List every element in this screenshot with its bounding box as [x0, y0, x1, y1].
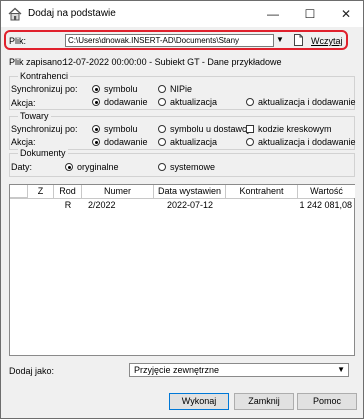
- towary-sync-supplier-radio[interactable]: [158, 125, 166, 133]
- towary-action-label: Akcja:: [11, 137, 36, 147]
- close-button[interactable]: ✕: [336, 5, 356, 23]
- saved-label: Plik zapisano:: [9, 57, 65, 67]
- kontrahenci-sync-nip-radio[interactable]: [158, 85, 166, 93]
- cell-kontrahent: [226, 199, 298, 211]
- add-as-label: Dodaj jako:: [9, 366, 55, 376]
- kontrahenci-legend: Kontrahenci: [18, 71, 71, 82]
- file-path-input[interactable]: C:\Users\dnowak.INSERT-AD\Documents\Stan…: [65, 34, 274, 47]
- file-label: Plik:: [9, 36, 27, 46]
- chevron-down-icon: ▼: [337, 365, 345, 374]
- window-title: Dodaj na podstawie: [28, 8, 116, 19]
- browse-file-icon[interactable]: [294, 34, 303, 46]
- table-header-numer[interactable]: Numer: [82, 185, 154, 198]
- title-bar: Dodaj na podstawie — ☐ ✕: [1, 1, 363, 27]
- maximize-button[interactable]: ☐: [300, 5, 320, 23]
- dokumenty-dates-system-radio[interactable]: [158, 163, 166, 171]
- table-header-rod[interactable]: Rod: [54, 185, 82, 198]
- towary-action-both-label[interactable]: aktualizacja i dodawanie: [258, 137, 356, 147]
- towary-sync-label: Synchronizuj po:: [11, 124, 78, 134]
- cell-wartosc: 1 242 081,08: [299, 200, 352, 210]
- towary-action-update-label[interactable]: aktualizacja: [170, 137, 217, 147]
- path-dropdown-icon[interactable]: ▼: [276, 35, 284, 44]
- kontrahenci-action-label: Akcja:: [11, 98, 36, 108]
- table-header-z[interactable]: Z: [28, 185, 54, 198]
- dialog-window: Dodaj na podstawie — ☐ ✕ Plik: C:\Users\…: [0, 0, 364, 419]
- kontrahenci-action-add-label[interactable]: dodawanie: [104, 97, 148, 107]
- add-as-select[interactable]: Przyjęcie zewnętrzne ▼: [129, 363, 349, 377]
- saved-value: 12-07-2022 00:00:00 - Subiekt GT - Dane …: [63, 57, 282, 67]
- kontrahenci-action-update-label[interactable]: aktualizacja: [170, 97, 217, 107]
- kontrahenci-action-update-radio[interactable]: [158, 98, 166, 106]
- towary-barcode-label[interactable]: kodzie kreskowym: [258, 124, 332, 134]
- towary-action-both-radio[interactable]: [246, 138, 254, 146]
- dokumenty-dates-label: Daty:: [11, 162, 33, 172]
- cell-rod: R: [64, 200, 72, 210]
- house-icon: [8, 7, 22, 21]
- table-header-data[interactable]: Data wystawien: [154, 185, 226, 198]
- dokumenty-dates-original-radio[interactable]: [65, 163, 73, 171]
- kontrahenci-sync-symbolu-radio[interactable]: [92, 85, 100, 93]
- execute-button[interactable]: Wykonaj: [169, 393, 229, 410]
- towary-sync-symbolu-label[interactable]: symbolu: [104, 124, 138, 134]
- file-path-value: C:\Users\dnowak.INSERT-AD\Documents\Stan…: [68, 36, 240, 45]
- cell-z: [28, 199, 54, 211]
- towary-action-add-label[interactable]: dodawanie: [104, 137, 148, 147]
- add-as-value: Przyjęcie zewnętrzne: [134, 365, 220, 375]
- dokumenty-legend: Dokumenty: [18, 148, 68, 159]
- kontrahenci-action-both-radio[interactable]: [246, 98, 254, 106]
- cell-data: 2022-07-12: [166, 200, 214, 210]
- close-dialog-button[interactable]: Zamknij: [234, 393, 294, 410]
- dokumenty-dates-original-label[interactable]: oryginalne: [77, 162, 119, 172]
- documents-table[interactable]: Z Rod Numer Data wystawien Kontrahent Wa…: [9, 184, 355, 356]
- kontrahenci-action-add-radio[interactable]: [92, 98, 100, 106]
- dokumenty-dates-system-label[interactable]: systemowe: [170, 162, 215, 172]
- kontrahenci-sync-label: Synchronizuj po:: [11, 84, 78, 94]
- towary-barcode-checkbox[interactable]: [246, 125, 254, 133]
- minimize-button[interactable]: —: [263, 5, 283, 23]
- table-header-blank: [10, 185, 28, 198]
- towary-sync-supplier-label[interactable]: symbolu u dostawcy: [170, 124, 251, 134]
- towary-sync-symbolu-radio[interactable]: [92, 125, 100, 133]
- kontrahenci-sync-nip-label[interactable]: NIPie: [170, 84, 192, 94]
- towary-action-update-radio[interactable]: [158, 138, 166, 146]
- cell-numer: 2/2022: [88, 200, 116, 210]
- kontrahenci-sync-symbolu-label[interactable]: symbolu: [104, 84, 138, 94]
- help-button[interactable]: Pomoc: [297, 393, 357, 410]
- load-link[interactable]: Wczytaj: [311, 36, 343, 46]
- table-header-wartosc[interactable]: Wartość: [298, 185, 355, 198]
- kontrahenci-action-both-label[interactable]: aktualizacja i dodawanie: [258, 97, 356, 107]
- table-header-kontrahent[interactable]: Kontrahent: [226, 185, 298, 198]
- towary-action-add-radio[interactable]: [92, 138, 100, 146]
- towary-legend: Towary: [18, 111, 51, 122]
